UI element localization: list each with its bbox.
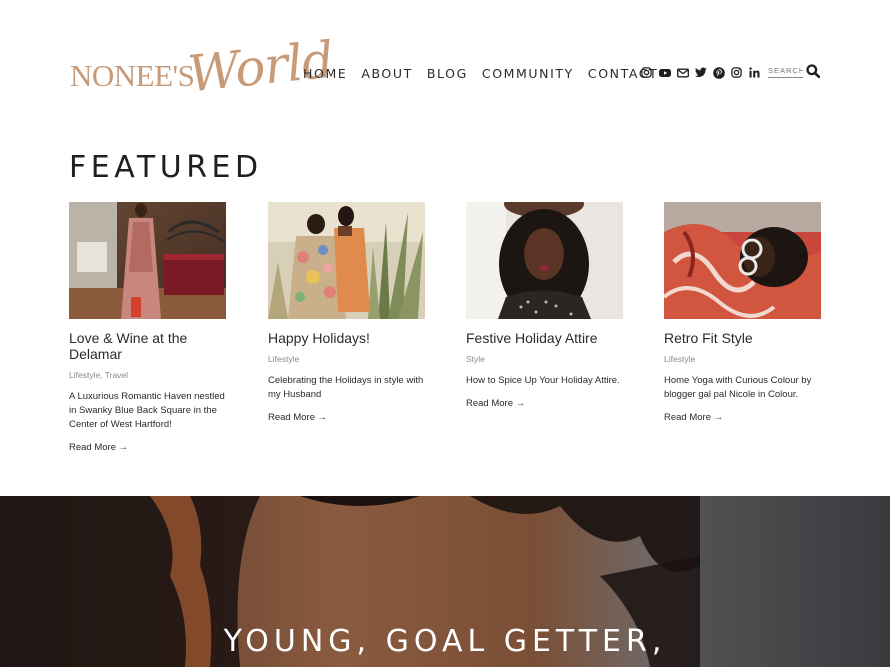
- read-more-link[interactable]: Read More →: [664, 412, 821, 423]
- read-more-link[interactable]: Read More →: [69, 442, 226, 453]
- social-links: [640, 66, 761, 79]
- pinterest-icon[interactable]: [712, 66, 725, 79]
- card-category[interactable]: Style: [466, 354, 623, 364]
- card-excerpt: A Luxurious Romantic Haven nestled in Sw…: [69, 391, 225, 430]
- search-box: [768, 64, 820, 78]
- card-category[interactable]: Lifestyle: [268, 354, 425, 364]
- featured-card: Festive Holiday Attire Style How to Spic…: [466, 202, 623, 409]
- instagram-icon[interactable]: [730, 66, 743, 79]
- nav-home[interactable]: HOME: [303, 66, 347, 81]
- main-nav: HOME ABOUT BLOG COMMUNITY CONTACT: [303, 66, 658, 81]
- nav-community[interactable]: COMMUNITY: [482, 66, 574, 81]
- featured-card: Happy Holidays! Lifestyle Celebrating th…: [268, 202, 425, 423]
- hero-banner: YOUNG, GOAL GETTER,: [0, 496, 890, 667]
- card-title[interactable]: Festive Holiday Attire: [466, 330, 623, 346]
- featured-heading: FEATURED: [69, 150, 263, 185]
- read-more-link[interactable]: Read More →: [466, 398, 623, 409]
- card-excerpt: How to Spice Up Your Holiday Attire.: [466, 375, 620, 386]
- featured-card: Love & Wine at the Delamar Lifestyle, Tr…: [69, 202, 226, 453]
- card-excerpt: Home Yoga with Curious Colour by blogger…: [664, 375, 812, 400]
- hero-heading: YOUNG, GOAL GETTER,: [223, 624, 667, 659]
- twitter-icon[interactable]: [694, 66, 707, 79]
- read-more-link[interactable]: Read More →: [268, 412, 425, 423]
- instagram-icon[interactable]: [640, 66, 653, 79]
- mail-icon[interactable]: [676, 66, 689, 79]
- card-image[interactable]: [268, 202, 425, 319]
- card-excerpt: Celebrating the Holidays in style with m…: [268, 375, 424, 400]
- site-header: NONEE'S World HOME ABOUT BLOG COMMUNITY …: [0, 0, 890, 140]
- card-image[interactable]: [664, 202, 821, 319]
- card-title[interactable]: Happy Holidays!: [268, 330, 425, 346]
- search-icon[interactable]: [806, 64, 820, 78]
- youtube-icon[interactable]: [658, 66, 671, 79]
- card-title[interactable]: Love & Wine at the Delamar: [69, 330, 226, 362]
- featured-card: Retro Fit Style Lifestyle Home Yoga with…: [664, 202, 821, 423]
- search-input[interactable]: [768, 64, 803, 78]
- card-category[interactable]: Lifestyle, Travel: [69, 370, 226, 380]
- card-title[interactable]: Retro Fit Style: [664, 330, 821, 346]
- logo-wordmark: NONEE'S: [70, 58, 195, 93]
- linkedin-icon[interactable]: [748, 66, 761, 79]
- nav-blog[interactable]: BLOG: [427, 66, 468, 81]
- card-category[interactable]: Lifestyle: [664, 354, 821, 364]
- card-image[interactable]: [466, 202, 623, 319]
- site-logo[interactable]: NONEE'S World: [70, 31, 336, 108]
- nav-about[interactable]: ABOUT: [361, 66, 413, 81]
- card-image[interactable]: [69, 202, 226, 319]
